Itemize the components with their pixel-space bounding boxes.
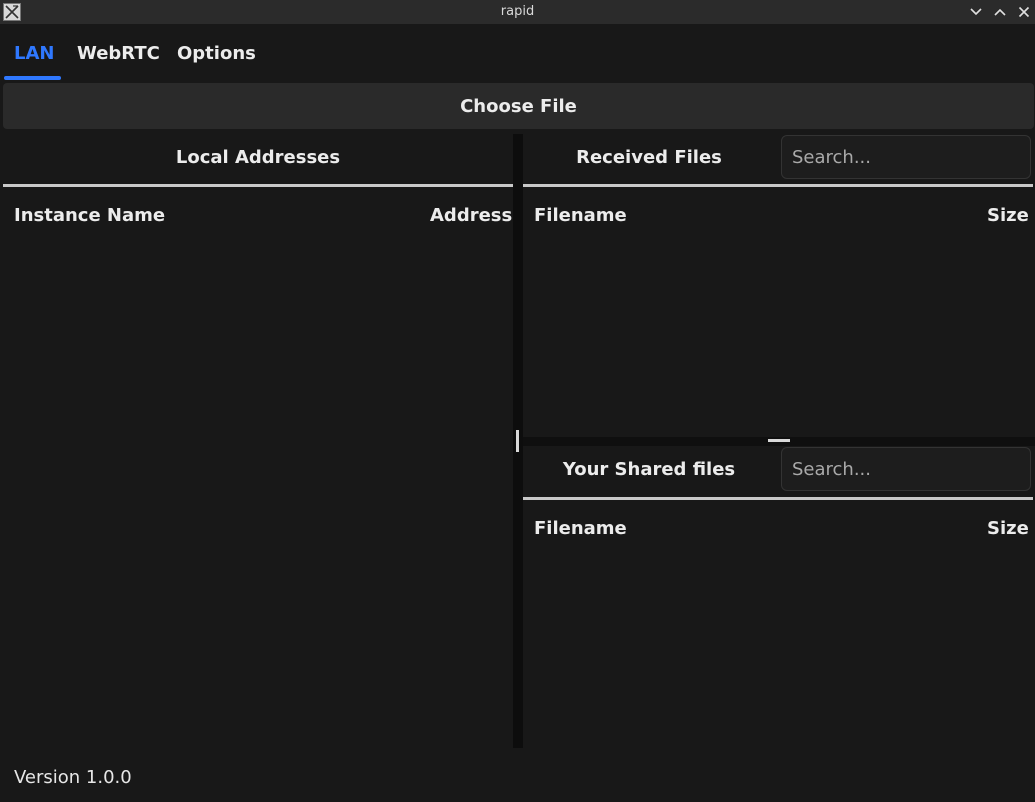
version-label: Version 1.0.0 [14, 767, 132, 788]
received-column-size[interactable]: Size [987, 205, 1029, 226]
local-addresses-divider [3, 184, 513, 187]
close-icon [1018, 6, 1030, 18]
tab-bar: LAN WebRTC Options [0, 24, 1035, 80]
window-title: rapid [500, 4, 535, 19]
column-address[interactable]: Address [430, 205, 512, 226]
minimize-icon [970, 8, 982, 16]
shared-column-filename[interactable]: Filename [534, 518, 627, 539]
received-files-divider [523, 184, 1033, 187]
active-tab-indicator [4, 76, 61, 80]
shared-files-title: Your Shared files [562, 459, 736, 480]
maximize-icon [994, 8, 1006, 16]
title-bar: rapid [0, 0, 1035, 24]
received-column-filename[interactable]: Filename [534, 205, 627, 226]
minimize-button[interactable] [966, 2, 986, 22]
local-addresses-title: Local Addresses [175, 147, 341, 168]
tab-webrtc[interactable]: WebRTC [77, 43, 160, 64]
horizontal-splitter-handle[interactable] [768, 439, 790, 442]
shared-column-size[interactable]: Size [987, 518, 1029, 539]
received-files-title: Received Files [576, 147, 722, 168]
shared-files-divider [523, 497, 1033, 500]
shared-files-search-input[interactable] [781, 447, 1031, 491]
maximize-button[interactable] [990, 2, 1010, 22]
close-button[interactable] [1014, 2, 1034, 22]
choose-file-button[interactable]: Choose File [3, 83, 1034, 129]
received-files-search-input[interactable] [781, 135, 1031, 179]
column-instance-name[interactable]: Instance Name [14, 205, 165, 226]
vertical-splitter-handle[interactable] [516, 430, 519, 452]
tab-options[interactable]: Options [177, 43, 256, 64]
tab-lan[interactable]: LAN [14, 43, 54, 64]
